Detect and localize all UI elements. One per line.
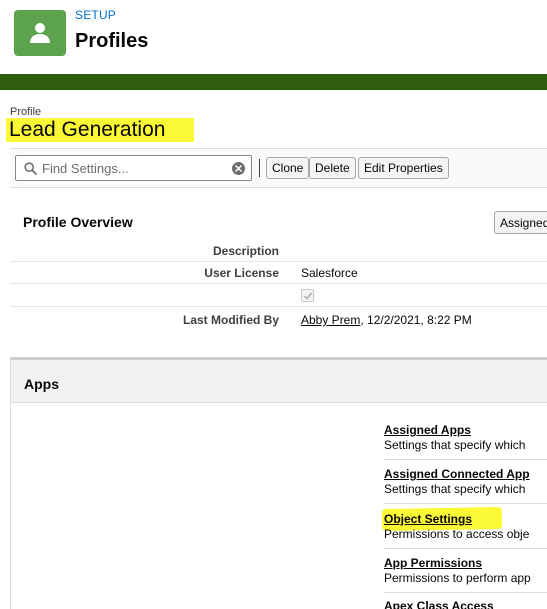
- modified-date: , 12/2/2021, 8:22 PM: [360, 313, 472, 327]
- detail-row-custom: [10, 285, 547, 307]
- app-item-assigned-connected-apps: Assigned Connected App Settings that spe…: [384, 467, 547, 496]
- find-settings-input[interactable]: [42, 159, 222, 177]
- clear-search-icon[interactable]: [232, 162, 245, 175]
- app-permissions-desc: Permissions to perform app: [384, 571, 531, 585]
- modified-by-user-link[interactable]: Abby Prem: [301, 313, 360, 327]
- last-modified-value: Abby Prem, 12/2/2021, 8:22 PM: [301, 313, 472, 327]
- edit-properties-button[interactable]: Edit Properties: [358, 157, 449, 179]
- object-settings-desc: Permissions to access obje: [384, 527, 530, 541]
- app-item-object-settings: Object Settings Permissions to access ob…: [384, 512, 547, 541]
- app-item-assigned-apps: Assigned Apps Settings that specify whic…: [384, 423, 547, 452]
- assigned-apps-desc: Settings that specify which: [384, 438, 526, 452]
- page-title: Profiles: [75, 30, 149, 52]
- app-item-app-permissions: App Permissions Permissions to perform a…: [384, 556, 547, 585]
- profile-name: Lead Generation: [9, 118, 166, 141]
- assigned-connected-apps-desc: Settings that specify which: [384, 482, 526, 496]
- header-band: [0, 74, 547, 90]
- apps-title: Apps: [24, 376, 59, 392]
- checkmark-icon: [303, 292, 313, 300]
- delete-button[interactable]: Delete: [309, 157, 356, 179]
- clone-button[interactable]: Clone: [266, 157, 310, 179]
- setup-link[interactable]: SETUP: [75, 8, 116, 22]
- user-license-value: Salesforce: [301, 266, 358, 280]
- custom-checkbox: [301, 289, 314, 302]
- app-divider: [384, 459, 547, 460]
- assigned-apps-link[interactable]: Assigned Apps: [384, 423, 547, 437]
- profiles-app-icon: [14, 10, 66, 56]
- apex-class-access-link[interactable]: Apex Class Access: [384, 599, 547, 609]
- find-settings-box: [15, 155, 252, 181]
- toolbar-divider: [259, 159, 260, 177]
- profile-toolbar: Clone Delete Edit Properties: [10, 148, 547, 188]
- detail-row-description: Description: [10, 240, 547, 262]
- profile-overview-title: Profile Overview: [23, 214, 133, 230]
- app-divider: [384, 592, 547, 593]
- assigned-connected-apps-link[interactable]: Assigned Connected App: [384, 467, 547, 481]
- object-settings-link[interactable]: Object Settings: [384, 512, 547, 526]
- description-label: Description: [212, 244, 279, 258]
- assigned-users-button[interactable]: Assigned: [494, 211, 547, 234]
- last-modified-label: Last Modified By: [182, 313, 279, 327]
- apps-header: Apps: [11, 360, 547, 403]
- app-divider: [384, 503, 547, 504]
- search-icon: [24, 162, 37, 175]
- app-divider: [384, 548, 547, 549]
- user-icon: [30, 23, 50, 43]
- app-permissions-link[interactable]: App Permissions: [384, 556, 547, 570]
- detail-row-last-modified: Last Modified By Abby Prem, 12/2/2021, 8…: [10, 309, 547, 331]
- detail-row-user-license: User License Salesforce: [10, 262, 547, 284]
- app-item-apex-class-access: Apex Class Access: [384, 599, 547, 609]
- profile-label: Profile: [10, 106, 42, 118]
- user-license-label: User License: [204, 266, 279, 280]
- setup-header: SETUP Profiles: [0, 0, 547, 74]
